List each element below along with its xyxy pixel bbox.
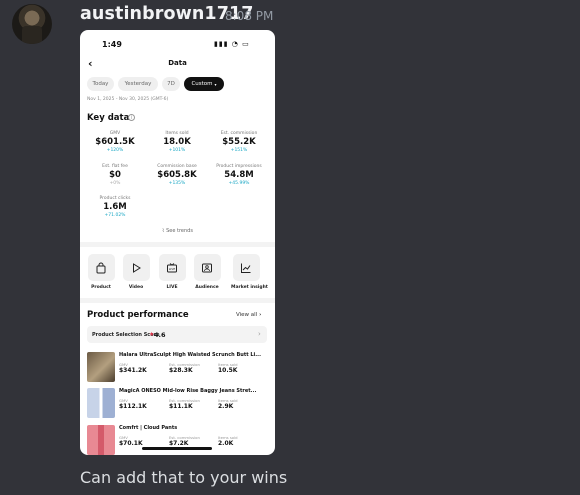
metric-change: +45.99% bbox=[228, 181, 250, 186]
metric-value: 54.8M bbox=[224, 170, 254, 180]
quick-label: Market insight bbox=[231, 285, 268, 290]
product-gmv: $341.2K bbox=[119, 367, 147, 374]
product-selection-score[interactable]: Product Selection Score ★ 4.6 › bbox=[87, 326, 267, 343]
metric-change: +101% bbox=[168, 148, 186, 153]
metric-label: Est. flat fee bbox=[102, 164, 128, 169]
timestamp: 8:08 PM bbox=[225, 9, 274, 23]
view-all-link[interactable]: View all › bbox=[236, 312, 261, 318]
metric-flat-fee: Est. flat fee $0 +0% bbox=[85, 164, 145, 186]
filter-custom[interactable]: Custom ▾ bbox=[184, 77, 224, 91]
metric-gmv: GMV $601.5K +120% bbox=[85, 131, 145, 153]
product-name: Comfrt | Cloud Pants bbox=[119, 425, 178, 431]
metric-value: $55.2K bbox=[222, 137, 256, 147]
filter-today[interactable]: Today bbox=[87, 77, 114, 91]
metric-label: Items sold bbox=[165, 131, 189, 136]
metric-label: Commission base bbox=[157, 164, 197, 169]
chevron-right-icon: › bbox=[258, 330, 261, 338]
audience-icon bbox=[193, 254, 221, 281]
status-icons: ▮▮▮ ◔ ▭ bbox=[214, 40, 250, 48]
product-items-sold: 2.9K bbox=[218, 403, 234, 410]
product-thumbnail bbox=[87, 388, 115, 418]
metric-label: GMV bbox=[109, 131, 121, 136]
product-performance-title: Product performance bbox=[87, 310, 189, 320]
date-range: Nov 1, 2025 - Nov 30, 2025 (GMT-6) bbox=[87, 97, 169, 102]
quick-market-insight[interactable]: Market insight bbox=[231, 254, 268, 290]
product-thumbnail bbox=[87, 352, 115, 382]
filter-7d[interactable]: 7D bbox=[162, 77, 180, 91]
page-title: Data bbox=[168, 59, 187, 67]
product-items-sold: 2.0K bbox=[218, 440, 234, 447]
metric-label: Est. commission bbox=[220, 131, 258, 136]
filter-custom-label: Custom bbox=[191, 81, 213, 87]
quick-audience[interactable]: Audience bbox=[192, 254, 222, 290]
metric-change: +0% bbox=[109, 181, 121, 186]
metric-items-sold: Items sold 18.0K +101% bbox=[147, 131, 207, 153]
product-row[interactable]: Halara UltraSculpt High Waisted Scrunch … bbox=[87, 352, 272, 385]
metric-commission-base: Commission base $605.8K +135% bbox=[147, 164, 207, 186]
quick-label: LIVE bbox=[166, 285, 178, 290]
quick-label: Product bbox=[91, 285, 111, 290]
chevron-down-icon: ▾ bbox=[214, 81, 217, 87]
score-value: 4.6 bbox=[154, 330, 166, 339]
view-all-label: View all bbox=[236, 312, 258, 318]
product-row[interactable]: MagicA ONESO Mid-low Rise Baggy Jeans St… bbox=[87, 388, 272, 421]
quick-label: Video bbox=[128, 285, 144, 290]
product-commission: $11.1K bbox=[169, 403, 193, 410]
product-name: MagicA ONESO Mid-low Rise Baggy Jeans St… bbox=[119, 388, 257, 394]
product-items-sold: 10.5K bbox=[218, 367, 238, 374]
quick-label: Audience bbox=[195, 285, 219, 290]
quick-live[interactable]: LIVE LIVE bbox=[157, 254, 187, 290]
chart-icon bbox=[232, 254, 260, 281]
product-name: Halara UltraSculpt High Waisted Scrunch … bbox=[119, 352, 261, 358]
metric-change: +120% bbox=[106, 148, 124, 153]
metric-value: $605.8K bbox=[157, 170, 197, 180]
product-gmv: $70.1K bbox=[119, 440, 143, 447]
see-trends-link[interactable]: ⌇ See trends bbox=[80, 228, 275, 234]
home-indicator bbox=[142, 447, 212, 450]
metric-label: Product clicks bbox=[99, 196, 131, 201]
metric-est-commission: Est. commission $55.2K +151% bbox=[209, 131, 269, 153]
product-commission: $7.2K bbox=[169, 440, 189, 447]
metric-label: Product impressions bbox=[216, 164, 262, 169]
product-commission: $28.3K bbox=[169, 367, 193, 374]
see-trends-label: See trends bbox=[166, 228, 193, 234]
chevron-right-icon: › bbox=[257, 312, 262, 318]
svg-text:LIVE: LIVE bbox=[169, 267, 176, 271]
metric-change: +71.02% bbox=[104, 213, 126, 218]
image-attachment[interactable]: 1:49 ▮▮▮ ◔ ▭ ‹ Data Today Yesterday 7D C… bbox=[80, 30, 275, 455]
quick-video[interactable]: Video bbox=[121, 254, 151, 290]
metric-product-clicks: Product clicks 1.6M +71.02% bbox=[85, 196, 145, 218]
section-divider bbox=[80, 242, 275, 247]
play-icon bbox=[122, 254, 150, 281]
message-text: Can add that to your wins bbox=[80, 468, 288, 487]
metric-value: 18.0K bbox=[163, 137, 191, 147]
status-time: 1:49 bbox=[102, 40, 122, 49]
bag-icon bbox=[87, 254, 115, 281]
metric-change: +151% bbox=[230, 148, 248, 153]
metric-value: $601.5K bbox=[95, 137, 135, 147]
filter-yesterday[interactable]: Yesterday bbox=[118, 77, 158, 91]
key-data-title: Key data bbox=[87, 113, 130, 123]
metric-value: 1.6M bbox=[103, 202, 127, 212]
avatar[interactable] bbox=[12, 4, 52, 44]
metric-change: +135% bbox=[168, 181, 186, 186]
quick-product[interactable]: Product bbox=[86, 254, 116, 290]
product-thumbnail bbox=[87, 425, 115, 455]
live-icon: LIVE bbox=[158, 254, 186, 281]
info-icon[interactable]: i bbox=[128, 114, 135, 121]
metric-value: $0 bbox=[109, 170, 121, 180]
product-row[interactable]: Comfrt | Cloud Pants GMV Est. commission… bbox=[87, 425, 272, 455]
metric-product-impressions: Product impressions 54.8M +45.99% bbox=[209, 164, 269, 186]
section-divider bbox=[80, 298, 275, 303]
product-gmv: $112.1K bbox=[119, 403, 147, 410]
